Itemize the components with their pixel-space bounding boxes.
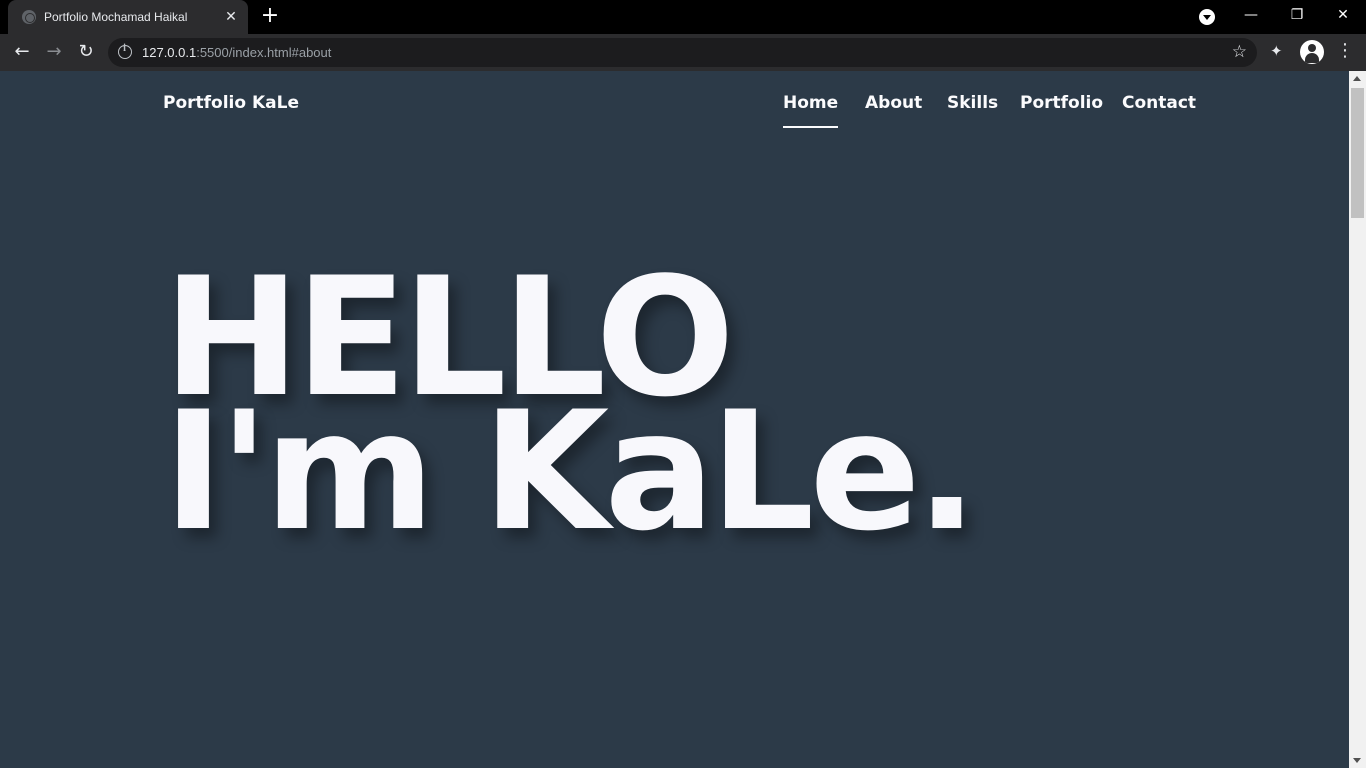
page-viewport: Portfolio KaLe Home About Skills Portfol… <box>0 71 1349 768</box>
nav-skills[interactable]: Skills <box>947 93 998 113</box>
tab-search-icon[interactable] <box>1199 9 1215 25</box>
vertical-scrollbar[interactable] <box>1349 71 1366 768</box>
extensions-icon[interactable]: ✦ <box>1270 42 1288 60</box>
profile-icon[interactable] <box>1300 40 1324 64</box>
forward-icon[interactable]: → <box>41 40 67 66</box>
minimize-button[interactable]: — <box>1228 0 1274 32</box>
browser-tab[interactable]: Portfolio Mochamad Haikal ✕ <box>8 0 248 34</box>
nav-about[interactable]: About <box>865 93 922 113</box>
reload-icon[interactable]: ↻ <box>73 40 99 66</box>
back-icon[interactable]: ← <box>9 40 35 66</box>
tab-strip: Portfolio Mochamad Haikal ✕ + — ❐ ✕ <box>0 0 1366 34</box>
close-icon[interactable]: ✕ <box>222 8 240 26</box>
hero-line-name: I'm KaLe. <box>163 376 978 567</box>
address-bar[interactable]: 127.0.0.1:5500/index.html#about ☆ <box>108 38 1257 67</box>
hero-heading: HELLO I'm KaLe. <box>163 256 978 567</box>
favicon-icon <box>22 10 36 24</box>
window-close-button[interactable]: ✕ <box>1320 0 1366 32</box>
site-brand[interactable]: Portfolio KaLe <box>163 93 299 113</box>
nav-home[interactable]: Home <box>783 93 839 128</box>
nav-portfolio[interactable]: Portfolio <box>1020 93 1103 113</box>
tab-title: Portfolio Mochamad Haikal <box>44 10 188 24</box>
scroll-up-icon[interactable] <box>1353 76 1361 81</box>
menu-icon[interactable]: ⋮ <box>1336 42 1354 62</box>
scroll-down-icon[interactable] <box>1353 758 1361 763</box>
nav-contact[interactable]: Contact <box>1122 93 1196 113</box>
star-icon[interactable]: ☆ <box>1232 42 1247 62</box>
url-text[interactable]: 127.0.0.1:5500/index.html#about <box>142 45 331 60</box>
restore-button[interactable]: ❐ <box>1274 0 1320 32</box>
browser-toolbar: ← → ↻ 127.0.0.1:5500/index.html#about ☆ … <box>0 34 1366 71</box>
scroll-thumb[interactable] <box>1351 88 1364 218</box>
info-icon[interactable] <box>118 43 132 59</box>
plus-icon[interactable]: + <box>259 5 281 28</box>
